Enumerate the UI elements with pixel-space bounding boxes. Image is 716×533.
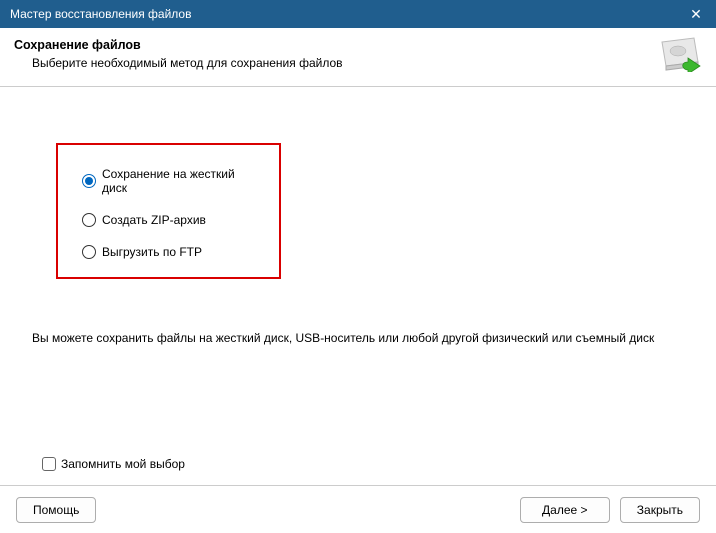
radio-icon xyxy=(82,213,96,227)
close-button[interactable]: Закрыть xyxy=(620,497,700,523)
radio-label: Создать ZIP-архив xyxy=(102,213,206,227)
radio-label: Сохранение на жесткий диск xyxy=(102,167,255,195)
header-text-block: Сохранение файлов Выберите необходимый м… xyxy=(14,38,658,70)
page-title: Сохранение файлов xyxy=(14,38,658,52)
option-description: Вы можете сохранить файлы на жесткий дис… xyxy=(32,331,684,345)
radio-icon xyxy=(82,245,96,259)
checkbox-icon xyxy=(42,457,56,471)
wizard-footer: Помощь Далее > Закрыть xyxy=(0,485,716,533)
option-save-hdd[interactable]: Сохранение на жесткий диск xyxy=(82,167,255,195)
wizard-content: Сохранение на жесткий диск Создать ZIP-а… xyxy=(0,87,716,485)
next-button[interactable]: Далее > xyxy=(520,497,610,523)
help-button[interactable]: Помощь xyxy=(16,497,96,523)
radio-icon xyxy=(82,174,96,188)
wizard-header: Сохранение файлов Выберите необходимый м… xyxy=(0,28,716,87)
option-upload-ftp[interactable]: Выгрузить по FTP xyxy=(82,245,255,259)
radio-label: Выгрузить по FTP xyxy=(102,245,202,259)
option-create-zip[interactable]: Создать ZIP-архив xyxy=(82,213,255,227)
save-method-group: Сохранение на жесткий диск Создать ZIP-а… xyxy=(56,143,281,279)
remember-choice-checkbox[interactable]: Запомнить мой выбор xyxy=(42,457,185,471)
titlebar: Мастер восстановления файлов ✕ xyxy=(0,0,716,28)
window-title: Мастер восстановления файлов xyxy=(10,7,191,21)
close-icon[interactable]: ✕ xyxy=(676,0,716,28)
page-subtitle: Выберите необходимый метод для сохранени… xyxy=(14,52,658,70)
checkbox-label: Запомнить мой выбор xyxy=(61,457,185,471)
hdd-recovery-icon xyxy=(658,36,702,72)
